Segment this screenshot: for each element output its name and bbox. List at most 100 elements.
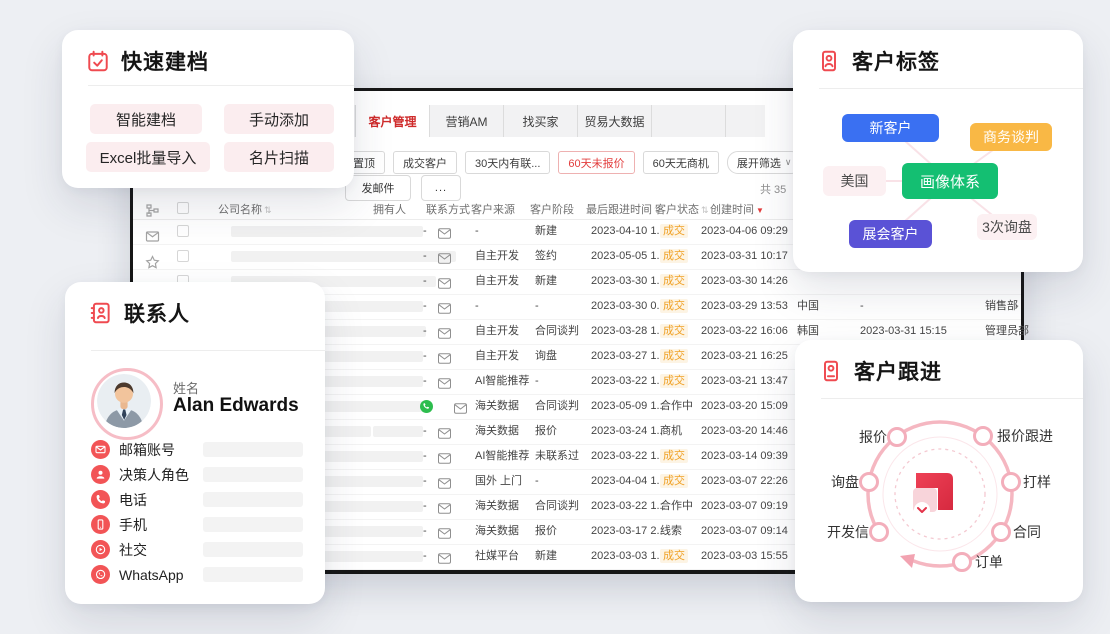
column-header-最后跟进时间[interactable]: 最后跟进时间⇅: [586, 201, 662, 217]
row-checkbox[interactable]: [177, 250, 189, 262]
tab-营销AM[interactable]: 营销AM: [429, 105, 503, 137]
sort-icon[interactable]: ⇅: [264, 205, 272, 215]
customer-tags-title: 客户标签: [852, 46, 940, 76]
tab-filler: [725, 105, 799, 137]
column-header-公司名称[interactable]: 公司名称⇅: [218, 201, 272, 217]
contact-avatar: [91, 368, 163, 440]
row-checkbox[interactable]: [177, 225, 189, 237]
follow-step-报价: 报价: [831, 427, 887, 447]
cell-source: 海关数据: [475, 494, 519, 519]
customer-tag-新客户[interactable]: 新客户: [842, 114, 939, 142]
cell-created-time: 2023-03-07 09:19: [701, 494, 788, 519]
contact-field-label: WhatsApp: [119, 567, 184, 583]
cell-extra-date: -: [860, 294, 864, 319]
expand-filter-button[interactable]: 展开筛选∨: [727, 151, 802, 174]
filter-chip-30天内有联...[interactable]: 30天内有联...: [465, 151, 550, 174]
contact-field-placeholder[interactable]: [203, 492, 303, 507]
cell-created-time: 2023-03-30 14:26: [701, 269, 788, 294]
cell-last-follow-time: 2023-04-10 1...: [591, 219, 666, 244]
owner-placeholder: [373, 351, 423, 362]
more-actions-button[interactable]: ...: [421, 175, 461, 201]
cell-last-follow-time: 2023-03-22 1...: [591, 444, 666, 469]
divider: [821, 398, 1083, 399]
cell-stage: 签约: [535, 244, 557, 269]
cell-status: 成交: [660, 319, 688, 344]
cell-stage: 合同谈判: [535, 319, 579, 344]
quick-button-智能建档[interactable]: 智能建档: [90, 104, 202, 134]
cell-source: 海关数据: [475, 519, 519, 544]
cell-stage: -: [535, 369, 539, 394]
contact-field-placeholder[interactable]: [203, 467, 303, 482]
owner-placeholder: [373, 251, 423, 262]
follow-up-card: 客户跟进 报价报价跟进询盘打样开发信合同订单: [795, 340, 1083, 602]
select-all-checkbox[interactable]: [177, 202, 189, 214]
tab-客户管理[interactable]: 客户管理: [355, 105, 429, 137]
cell-created-time: 2023-03-20 15:09: [701, 394, 788, 419]
cell-contact-dash: -: [423, 494, 427, 519]
owner-placeholder: [373, 451, 423, 462]
cell-created-time: 2023-03-03 15:55: [701, 544, 788, 569]
follow-cycle-diagram: 报价报价跟进询盘打样开发信合同订单: [795, 402, 1083, 598]
chevron-down-icon: ∨: [785, 157, 792, 168]
follow-step-合同: 合同: [1013, 522, 1063, 542]
owner-placeholder: [373, 476, 423, 487]
cell-contact-dash: -: [423, 294, 427, 319]
column-header-创建时间[interactable]: 创建时间▼: [710, 201, 764, 217]
contact-field-label: 邮箱账号: [119, 440, 175, 460]
column-header-客户状态[interactable]: 客户状态⇅: [655, 201, 709, 217]
contact-field-label: 社交: [119, 540, 147, 560]
send-mail-button[interactable]: 发邮件: [345, 175, 411, 201]
cell-stage: 新建: [535, 544, 557, 569]
address-book-icon: [89, 301, 113, 325]
cell-department: 销售部: [985, 294, 1018, 319]
cell-source: AI智能推荐: [475, 444, 529, 469]
quick-button-手动添加[interactable]: 手动添加: [224, 104, 334, 134]
contact-field-placeholder[interactable]: [203, 542, 303, 557]
mail-icon: [438, 376, 451, 387]
contact-field-placeholder[interactable]: [203, 517, 303, 532]
customer-tag-3次询盘[interactable]: 3次询盘: [977, 214, 1037, 240]
cell-source: 自主开发: [475, 344, 519, 369]
sort-desc-icon[interactable]: ▼: [756, 206, 764, 215]
contact-field-placeholder[interactable]: [203, 567, 303, 582]
cell-created-time: 2023-04-06 09:29: [701, 219, 788, 244]
page-background: 客户管理营销AM找买家贸易大数据 星标置顶成交客户30天内有联...60天未报价…: [0, 0, 1110, 634]
customer-tag-美国[interactable]: 美国: [823, 166, 886, 196]
cell-last-follow-time: 2023-05-05 1...: [591, 244, 666, 269]
cell-contact-dash: -: [423, 269, 427, 294]
contact-field-邮箱账号: 邮箱账号: [91, 437, 303, 462]
cell-status: 成交: [660, 219, 688, 244]
customer-tag-商务谈判[interactable]: 商务谈判: [970, 123, 1052, 151]
tab-贸易大数据[interactable]: 贸易大数据: [577, 105, 651, 137]
follow-up-header: 客户跟进: [819, 356, 942, 386]
cell-source: 海关数据: [475, 394, 519, 419]
filter-chip-60天无商机[interactable]: 60天无商机: [643, 151, 719, 174]
contact-field-社交: 社交: [91, 537, 303, 562]
tab-找买家[interactable]: 找买家: [503, 105, 577, 137]
cell-contact-dash: -: [423, 244, 427, 269]
contact-field-placeholder[interactable]: [203, 442, 303, 457]
customer-tag-展会客户[interactable]: 展会客户: [849, 220, 932, 248]
cell-created-time: 2023-03-21 13:47: [701, 369, 788, 394]
cell-status: 成交: [660, 344, 688, 369]
cell-stage: 报价: [535, 519, 557, 544]
cell-contact-dash: -: [423, 319, 427, 344]
cell-contact-dash: -: [423, 519, 427, 544]
owner-placeholder: [373, 276, 423, 287]
cell-country: 中国: [797, 294, 819, 319]
filter-chip-成交客户[interactable]: 成交客户: [393, 151, 457, 174]
quick-button-名片扫描[interactable]: 名片扫描: [224, 142, 334, 172]
whatsapp-icon: [91, 565, 110, 584]
sort-icon[interactable]: ⇅: [701, 205, 709, 215]
cycle-node: [1003, 474, 1020, 491]
cell-status: 成交: [660, 244, 688, 269]
cell-status: 成交: [660, 469, 688, 494]
quick-button-Excel批量导入[interactable]: Excel批量导入: [86, 142, 210, 172]
cell-contact-dash: -: [423, 219, 427, 244]
follow-up-title: 客户跟进: [854, 356, 942, 386]
filter-chip-60天未报价[interactable]: 60天未报价: [558, 151, 634, 174]
customer-tag-画像体系[interactable]: 画像体系: [902, 163, 998, 199]
cell-source: 自主开发: [475, 269, 519, 294]
quick-create-title: 快速建档: [121, 46, 209, 76]
cell-status: 成交: [660, 444, 688, 469]
